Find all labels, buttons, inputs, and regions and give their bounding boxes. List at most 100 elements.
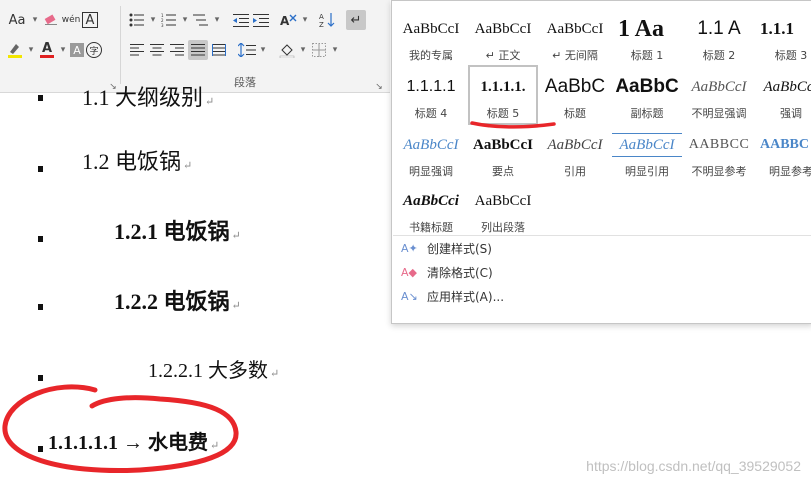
chevron-down-icon[interactable]: ▾: [300, 11, 310, 29]
style-tile-strong[interactable]: AaBbCcI 要点: [468, 123, 538, 183]
font-color-bar: [40, 54, 54, 58]
menu-label: 创建样式(S): [427, 241, 492, 256]
style-preview: 1.1.1.1: [406, 78, 456, 95]
style-preview: AaBbCcI: [474, 193, 532, 209]
style-tile-no-spacing[interactable]: AaBbCcI ↵ 无间隔: [540, 7, 610, 67]
font-color-letter: A: [41, 40, 53, 56]
style-caption: 书籍标题: [409, 221, 453, 234]
styles-gallery: AaBbCcI 我的专属 AaBbCcI ↵ 正文 AaBbCcI ↵ 无间隔 …: [391, 0, 811, 324]
numbering-icon[interactable]: 123: [160, 11, 178, 29]
align-right-icon[interactable]: [168, 41, 186, 59]
style-tile-book-title[interactable]: AaBbCci 书籍标题: [396, 179, 466, 239]
doc-heading-1-2[interactable]: 1.2 电饭锅 ↵: [82, 144, 192, 176]
character-shading-icon[interactable]: A: [70, 43, 84, 57]
phonetic-guide-icon[interactable]: wén: [62, 11, 81, 29]
chevron-down-icon[interactable]: ▾: [148, 11, 158, 29]
style-preview: 1.1.1: [760, 19, 794, 38]
style-tile-intense-quote[interactable]: AaBbCcI 明显引用: [612, 123, 682, 183]
style-caption: 明显参考: [769, 165, 811, 178]
style-tile-subtle-emphasis[interactable]: AaBbCcI 不明显强调: [684, 65, 754, 125]
style-tile-emphasis[interactable]: AaBbCcI 强调: [756, 65, 811, 125]
style-tile-subtitle[interactable]: AaBbC 副标题: [612, 65, 682, 125]
style-tile-intense-reference[interactable]: AABBC 明显参考: [756, 123, 811, 183]
chevron-down-icon[interactable]: ▾: [58, 41, 68, 59]
svg-text:Z: Z: [319, 21, 324, 28]
style-preview: 1.1.1.1.: [480, 79, 526, 95]
heading-bullet: [38, 166, 43, 172]
chevron-down-icon[interactable]: ▾: [26, 41, 36, 59]
asian-layout-icon[interactable]: A: [280, 11, 298, 29]
style-tile-subtle-reference[interactable]: AABBCC 不明显参考: [684, 123, 754, 183]
multilevel-list-icon[interactable]: [192, 11, 210, 29]
sort-icon[interactable]: AZ: [318, 11, 336, 29]
heading-text: 1.2 电饭锅: [82, 149, 182, 174]
style-tile-normal[interactable]: AaBbCcI ↵ 正文: [468, 7, 538, 67]
clear-format-menu-item[interactable]: A◆ 清除格式(C): [393, 260, 811, 284]
style-caption: 标题 1: [630, 49, 664, 62]
style-tile-my-style[interactable]: AaBbCcI 我的专属: [396, 7, 466, 67]
chevron-down-icon[interactable]: ▾: [330, 41, 340, 59]
font-case-icon[interactable]: Aa: [6, 11, 28, 29]
style-tile-intense-emphasis[interactable]: AaBbCcI 明显强调: [396, 123, 466, 183]
style-tile-title[interactable]: AaBbC 标题: [540, 65, 610, 125]
style-preview: AaBbCcI: [612, 133, 682, 157]
decrease-indent-icon[interactable]: [232, 11, 250, 29]
style-caption: 标题 2: [702, 49, 736, 62]
justify-icon[interactable]: [188, 40, 208, 60]
style-caption: 不明显参考: [691, 165, 747, 178]
align-left-icon[interactable]: [128, 41, 146, 59]
style-tile-heading-5[interactable]: 1.1.1.1. 标题 5: [468, 65, 538, 125]
menu-label: 清除格式(C): [427, 265, 493, 280]
heading-text: 1.2.1 电饭锅: [114, 219, 230, 244]
style-preview: AaBbCci: [403, 193, 459, 209]
menu-label: 应用样式(A)...: [427, 289, 505, 304]
chevron-down-icon[interactable]: ▾: [212, 11, 222, 29]
style-tile-quote[interactable]: AaBbCcI 引用: [540, 123, 610, 183]
style-caption: 强调: [780, 107, 802, 120]
style-preview: AaBbCcI: [763, 79, 811, 95]
style-tile-heading-2[interactable]: 1.1 A 标题 2: [684, 7, 754, 67]
borders-icon[interactable]: [310, 41, 328, 59]
svg-text:A: A: [280, 14, 290, 28]
chevron-down-icon[interactable]: ▾: [180, 11, 190, 29]
character-border-icon[interactable]: A: [82, 12, 98, 28]
heading-text: 1.2.2 电饭锅: [114, 289, 230, 314]
highlight-icon[interactable]: [6, 41, 24, 59]
paragraph-mark: ↵: [270, 368, 280, 380]
style-preview: AaBbCcI: [546, 21, 604, 37]
style-tile-list-paragraph[interactable]: AaBbCcI 列出段落: [468, 179, 538, 239]
enclosed-character-icon[interactable]: 字: [86, 42, 102, 58]
chevron-down-icon[interactable]: ▾: [30, 11, 40, 29]
align-center-icon[interactable]: [148, 41, 166, 59]
paragraph-group: ▾ 123 ▾ ▾ A ▾ AZ ↵ ▾ ▾ ▾ 段落 ↘: [122, 0, 390, 92]
font-group: Aa ▾ wén A ▾ A ▾ A 字 ↘: [0, 0, 120, 92]
line-spacing-icon[interactable]: [238, 41, 256, 59]
heading-bullet: [38, 304, 43, 310]
paragraph-mark: ↵: [231, 300, 241, 312]
style-tile-heading-3[interactable]: 1.1.1 标题 3: [756, 7, 811, 67]
style-preview: AaBbC: [615, 76, 679, 97]
doc-heading-1-2-1[interactable]: 1.2.1 电饭锅 ↵: [114, 214, 241, 246]
show-marks-icon[interactable]: ↵: [346, 10, 366, 30]
doc-heading-1-1[interactable]: 1.1 大纲级别 ↵: [82, 80, 214, 112]
style-caption: 要点: [492, 165, 514, 178]
chevron-down-icon[interactable]: ▾: [258, 41, 268, 59]
style-preview: 1 Aa: [618, 16, 665, 42]
shading-icon[interactable]: [278, 41, 296, 59]
distributed-icon[interactable]: [210, 41, 228, 59]
font-color-icon[interactable]: A: [38, 41, 56, 59]
chevron-down-icon[interactable]: ▾: [298, 41, 308, 59]
style-caption: 引用: [564, 165, 586, 178]
bullets-icon[interactable]: [128, 11, 146, 29]
eraser-icon[interactable]: [42, 11, 60, 29]
create-style-menu-item[interactable]: A✦ 创建样式(S): [393, 236, 811, 260]
increase-indent-icon[interactable]: [252, 11, 270, 29]
heading-text: 1.1 大纲级别: [82, 85, 204, 110]
style-tile-heading-4[interactable]: 1.1.1.1 标题 4: [396, 65, 466, 125]
paragraph-mark: ↵: [231, 230, 241, 242]
style-preview: AaBbCcI: [547, 137, 603, 153]
style-tile-heading-1[interactable]: 1 Aa 标题 1: [612, 7, 682, 67]
apply-style-menu-item[interactable]: A↘ 应用样式(A)...: [393, 284, 811, 308]
doc-heading-1-2-2[interactable]: 1.2.2 电饭锅 ↵: [114, 284, 241, 316]
style-caption: 明显强调: [409, 165, 453, 178]
